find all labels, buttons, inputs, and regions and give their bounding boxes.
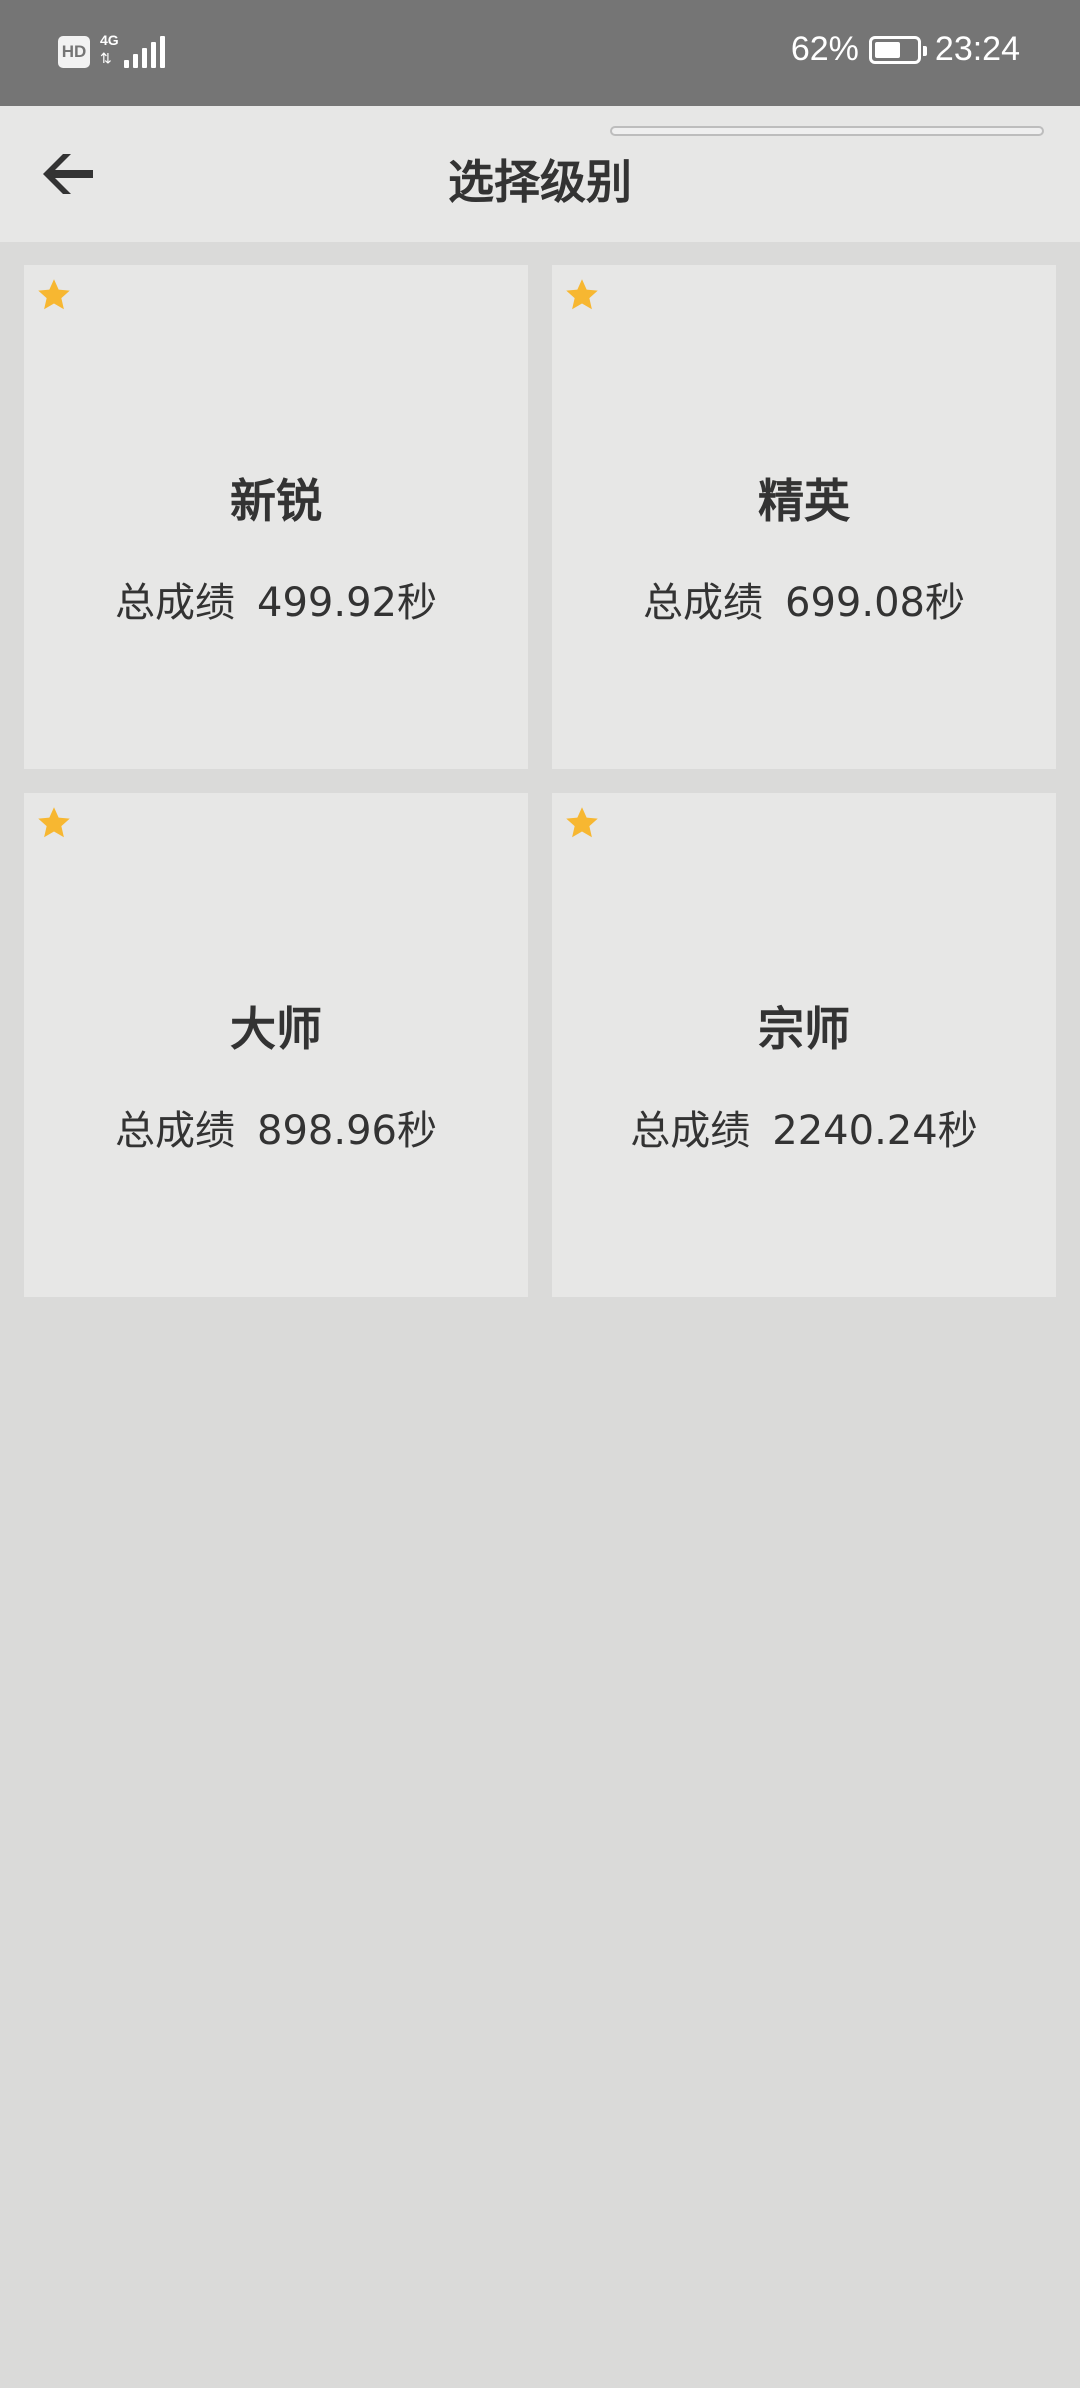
status-left: HD 4G ⇅ xyxy=(58,32,165,70)
status-right: 62% 23:24 xyxy=(791,30,1020,69)
star-icon xyxy=(566,279,598,310)
score-value: 499.92秒 xyxy=(257,580,437,626)
score-value: 2240.24秒 xyxy=(772,1108,978,1154)
status-bar: HD 4G ⇅ 62% 23:24 xyxy=(0,0,1080,106)
clock: 23:24 xyxy=(934,30,1020,68)
battery-percent: 62% xyxy=(790,30,859,68)
cellular-signal-icon: 4G ⇅ xyxy=(100,32,165,70)
level-name: 精英 xyxy=(758,474,850,528)
score-label: 总成绩 xyxy=(630,1108,751,1154)
score-value: 898.96秒 xyxy=(257,1108,437,1154)
hd-badge: HD xyxy=(58,36,90,68)
signal-bars-icon xyxy=(124,36,165,68)
level-score: 总成绩 699.08秒 xyxy=(552,570,1056,628)
level-card-jingying[interactable]: 精英 总成绩 699.08秒 xyxy=(552,265,1056,769)
score-label: 总成绩 xyxy=(115,1108,236,1154)
app-bar: 选择级别 xyxy=(0,106,1080,242)
level-score: 总成绩 2240.24秒 xyxy=(552,1098,1056,1156)
data-arrows-icon: ⇅ xyxy=(100,50,112,66)
level-name: 大师 xyxy=(230,1002,322,1056)
level-score: 总成绩 898.96秒 xyxy=(24,1098,528,1156)
level-score: 总成绩 499.92秒 xyxy=(24,570,528,628)
star-icon xyxy=(38,279,70,310)
level-name: 新锐 xyxy=(230,474,322,528)
star-icon xyxy=(566,807,598,838)
network-type: 4G xyxy=(100,32,119,48)
level-card-zongshi[interactable]: 宗师 总成绩 2240.24秒 xyxy=(552,793,1056,1297)
level-name: 宗师 xyxy=(758,1002,850,1056)
score-label: 总成绩 xyxy=(115,580,236,626)
loading-progress-bar xyxy=(610,126,1044,136)
score-label: 总成绩 xyxy=(643,580,764,626)
page-title: 选择级别 xyxy=(448,155,632,209)
score-value: 699.08秒 xyxy=(785,580,965,626)
level-card-dashi[interactable]: 大师 总成绩 898.96秒 xyxy=(24,793,528,1297)
level-card-xinrui[interactable]: 新锐 总成绩 499.92秒 xyxy=(24,265,528,769)
battery-icon xyxy=(868,35,927,64)
star-icon xyxy=(38,807,70,838)
